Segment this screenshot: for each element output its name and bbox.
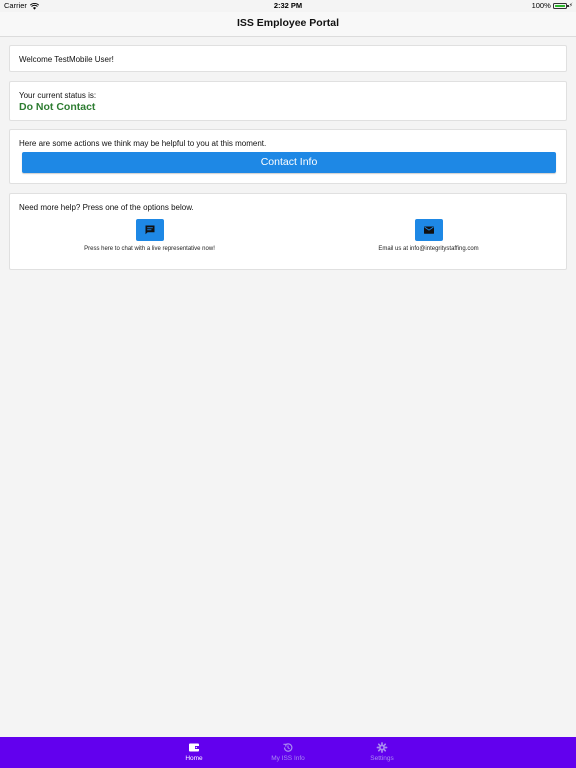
navigation-bar: ISS Employee Portal: [0, 12, 576, 37]
email-button[interactable]: [414, 219, 443, 241]
clock: 2:32 PM: [273, 1, 303, 10]
status-label: Your current status is:: [19, 91, 97, 100]
bottom-tab-bar: Home My ISS Info Settings: [0, 737, 576, 768]
contact-info-button[interactable]: Contact Info: [22, 152, 556, 173]
status-card: Your current status is: Do Not Contact: [9, 81, 567, 121]
charging-icon: ⚡: [568, 3, 573, 9]
chat-option: Press here to chat with a live represent…: [10, 219, 289, 252]
email-option: Email us at info@integritystaffing.com: [289, 219, 568, 252]
welcome-text: Welcome TestMobile User!: [19, 55, 114, 64]
actions-intro: Here are some actions we think may be he…: [19, 139, 267, 148]
history-icon: [283, 743, 293, 752]
gear-icon: [376, 742, 388, 753]
tab-home[interactable]: Home: [154, 737, 234, 768]
battery-indicator: 100% ⚡: [532, 0, 573, 12]
mail-icon: [423, 226, 434, 234]
help-intro: Need more help? Press one of the options…: [19, 203, 194, 212]
email-caption[interactable]: Email us at info@integritystaffing.com: [289, 246, 568, 252]
actions-card: Here are some actions we think may be he…: [9, 129, 567, 184]
help-card: Need more help? Press one of the options…: [9, 193, 567, 270]
battery-percent: 100%: [531, 1, 551, 10]
tab-settings[interactable]: Settings: [342, 737, 422, 768]
device-status-bar: Carrier 2:32 PM 100% ⚡: [0, 0, 576, 12]
chat-caption[interactable]: Press here to chat with a live represent…: [10, 246, 289, 252]
wallet-icon: [189, 743, 199, 752]
tab-home-label: Home: [185, 755, 203, 762]
tab-settings-label: Settings: [370, 755, 394, 762]
page-title: ISS Employee Portal: [236, 17, 340, 29]
status-value: Do Not Contact: [19, 101, 96, 113]
tab-my-iss-info-label: My ISS Info: [271, 755, 305, 762]
chat-button[interactable]: [135, 219, 164, 241]
tab-my-iss-info[interactable]: My ISS Info: [248, 737, 328, 768]
welcome-card: Welcome TestMobile User!: [9, 45, 567, 72]
battery-icon: [552, 3, 569, 9]
chat-icon: [145, 225, 154, 235]
